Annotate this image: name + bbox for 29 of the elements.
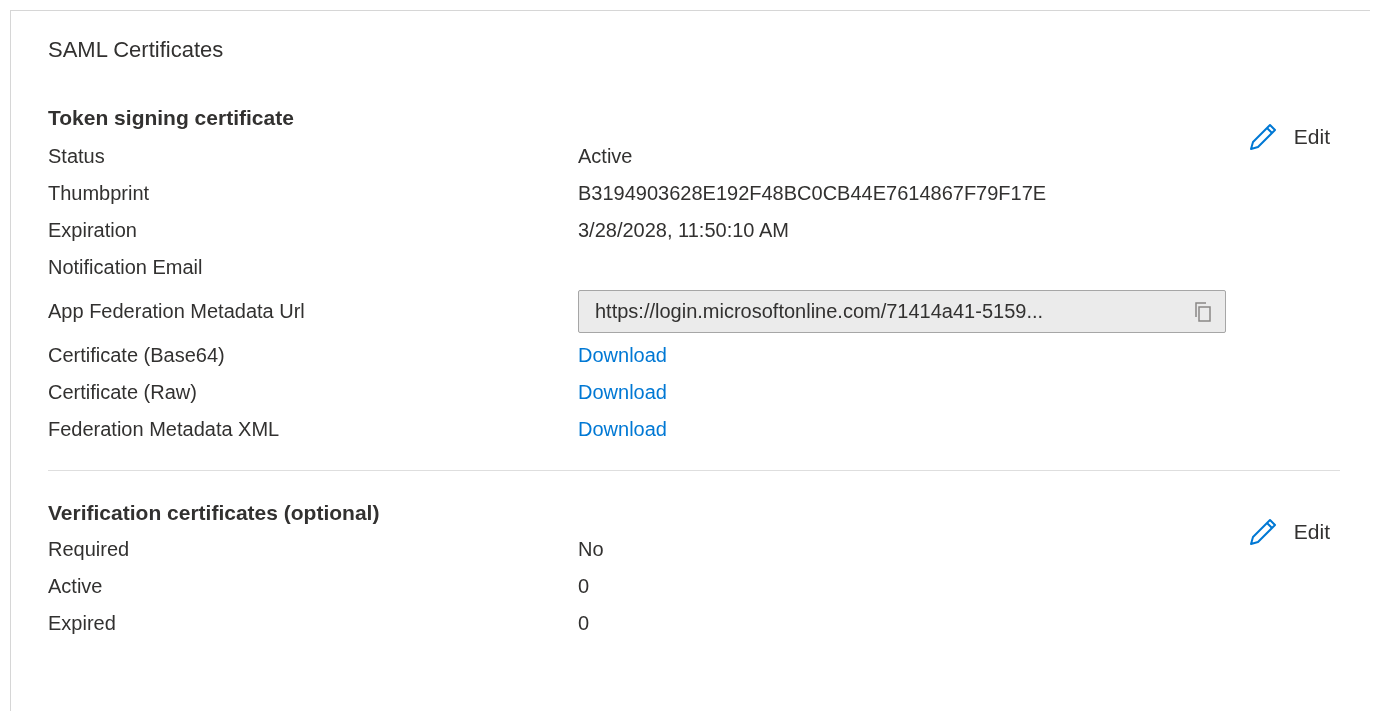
field-label: Required bbox=[48, 538, 131, 561]
field-label: Status bbox=[48, 145, 106, 168]
field-value: 0 bbox=[578, 612, 590, 635]
field-value: Active bbox=[578, 145, 633, 168]
field-label: Thumbprint bbox=[48, 182, 151, 205]
pencil-icon bbox=[1247, 122, 1278, 152]
field-label: Expiration bbox=[48, 219, 138, 242]
field-value: No bbox=[578, 538, 604, 561]
field-label: Certificate (Raw) bbox=[48, 381, 198, 404]
section-heading: Verification certificates (optional) bbox=[48, 501, 380, 526]
download-link[interactable]: Download bbox=[578, 344, 667, 367]
url-field[interactable]: https://login.microsoftonline.com/71414a41-5159... bbox=[578, 290, 1226, 333]
card-title: SAML Certificates bbox=[48, 37, 224, 63]
field-value: 3/28/2028, 11:50:10 AM bbox=[578, 219, 789, 242]
field-label: App Federation Metadata Url bbox=[48, 300, 306, 323]
field-label: Certificate (Base64) bbox=[48, 344, 226, 367]
pencil-icon bbox=[1247, 517, 1278, 547]
field-value: B3194903628E192F48BC0CB44E7614867F79F17E bbox=[578, 182, 1047, 205]
field-label: Expired bbox=[48, 612, 117, 635]
field-label: Notification Email bbox=[48, 256, 204, 279]
download-link[interactable]: Download bbox=[578, 418, 667, 441]
edit-button[interactable]: Edit bbox=[1247, 122, 1330, 152]
download-link[interactable]: Download bbox=[578, 381, 667, 404]
edit-button[interactable]: Edit bbox=[1247, 517, 1330, 547]
field-label: Federation Metadata XML bbox=[48, 418, 281, 441]
field-value: 0 bbox=[578, 575, 590, 598]
copy-icon[interactable] bbox=[1193, 300, 1213, 323]
section-heading: Token signing certificate bbox=[48, 106, 294, 131]
field-label: Active bbox=[48, 575, 104, 598]
